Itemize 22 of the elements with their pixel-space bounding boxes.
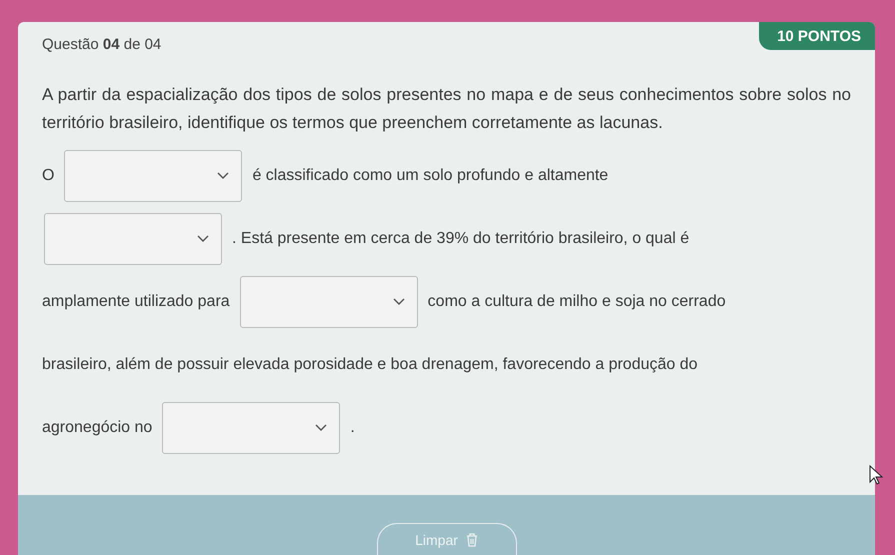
sentence-text: como a cultura de milho e soja no cerrado xyxy=(428,293,726,311)
question-prompt: A partir da espacialização dos tipos de solos presentes no mapa e de seus conhecimentos sobre solos no território brasileiro, identifique os termos que preenchem corretamente as lacunas. xyxy=(42,84,851,134)
chevron-down-icon xyxy=(392,298,405,306)
sentence-text: amplamente utilizado para xyxy=(42,293,230,311)
chevron-down-icon xyxy=(315,424,328,432)
points-badge: 10 PONTOS xyxy=(759,22,875,50)
sentence-text: é classificado como um solo profundo e altamente xyxy=(252,167,608,185)
sentence-text: O xyxy=(42,167,54,185)
sentence-text: agronegócio no xyxy=(42,419,152,437)
answer-dropdown[interactable] xyxy=(64,150,242,202)
answer-dropdown[interactable] xyxy=(44,213,222,265)
clear-button[interactable]: Limpar xyxy=(376,523,516,555)
question-number: Questão 04 de 04 xyxy=(42,36,162,53)
chevron-down-icon xyxy=(217,172,230,180)
sentence-text: . Está presente em cerca de 39% do território brasileiro, o qual é xyxy=(232,230,690,248)
answer-dropdown[interactable] xyxy=(240,276,418,328)
trash-icon xyxy=(466,532,478,546)
chevron-down-icon xyxy=(197,235,209,243)
answer-dropdown[interactable] xyxy=(162,402,340,454)
sentence-text: . xyxy=(350,419,355,437)
mouse-pointer-icon xyxy=(869,465,883,485)
sentence-text: brasileiro, além de possuir elevada porosidade e boa drenagem, favorecendo a produção do xyxy=(42,356,698,374)
